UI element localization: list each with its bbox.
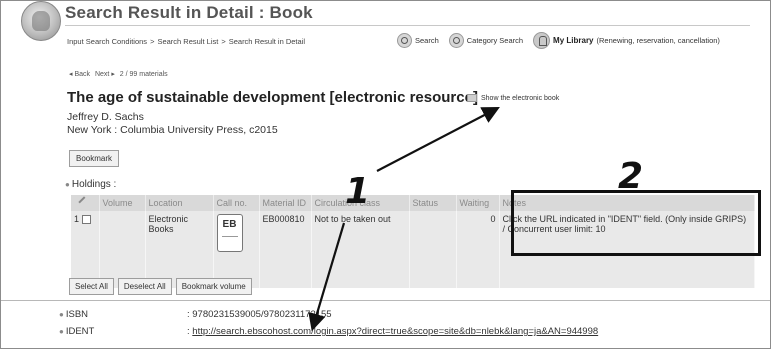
owl-logo-icon bbox=[21, 1, 61, 41]
select-all-button[interactable]: Select All bbox=[69, 278, 114, 295]
annotation-marker-2: 2 bbox=[618, 156, 644, 197]
section-divider bbox=[1, 300, 770, 301]
my-library-label: My Library bbox=[553, 36, 594, 45]
bookmark-button[interactable]: Bookmark bbox=[69, 150, 120, 167]
category-search-icon bbox=[448, 33, 464, 48]
location-cell: Electronic Books bbox=[145, 211, 214, 288]
isbn-value: : 9780231539005/9780231173155 bbox=[187, 309, 332, 320]
author: Jeffrey D. Sachs bbox=[67, 111, 144, 123]
call-no-label: EB bbox=[216, 214, 243, 252]
show-ebook-link[interactable]: Show the electronic book bbox=[467, 94, 559, 102]
pager-position: 2 / 99 materials bbox=[119, 71, 168, 78]
annotation-marker-1: 1 bbox=[345, 171, 371, 212]
annotation-arrows bbox=[308, 106, 500, 332]
bullet-icon: ● bbox=[65, 180, 70, 189]
column-header: Call no. bbox=[213, 195, 260, 211]
column-header: Waiting bbox=[456, 195, 500, 211]
call-no-cell: EB bbox=[213, 211, 260, 288]
row-index-cell: 1 bbox=[71, 211, 100, 288]
breadcrumb-item-result-list[interactable]: Search Result List bbox=[157, 37, 218, 46]
pager: ◂ Back Next ▸ 2 / 99 materials bbox=[69, 70, 171, 78]
category-search-link[interactable]: Category Search bbox=[448, 33, 524, 48]
bookmark-volume-button[interactable]: Bookmark volume bbox=[175, 278, 252, 295]
breadcrumb-item-input-search[interactable]: Input Search Conditions bbox=[67, 37, 147, 46]
column-header: Status bbox=[409, 195, 457, 211]
main-window: Search Result in Detail : Book Input Sea… bbox=[0, 0, 771, 349]
column-header: Location bbox=[145, 195, 214, 211]
bullet-icon: ● bbox=[59, 327, 64, 336]
search-link[interactable]: Search bbox=[397, 33, 439, 48]
volume-cell bbox=[99, 211, 146, 288]
breadcrumb-separator: > bbox=[150, 37, 155, 46]
bullet-icon: ● bbox=[59, 310, 64, 319]
holdings-heading: ● Holdings : bbox=[65, 179, 116, 190]
isbn-label: ISBN bbox=[65, 309, 89, 320]
ident-label: IDENT bbox=[65, 326, 95, 337]
next-link[interactable]: Next ▸ bbox=[95, 71, 115, 78]
pencil-icon bbox=[78, 196, 90, 208]
publisher: New York : Columbia University Press, c2… bbox=[67, 124, 278, 136]
title-divider bbox=[65, 25, 750, 26]
row-checkbox[interactable] bbox=[82, 215, 92, 225]
book-title: The age of sustainable development [elec… bbox=[67, 89, 478, 106]
column-header: Material ID bbox=[259, 195, 312, 211]
breadcrumb-separator: > bbox=[221, 37, 226, 46]
column-header: Volume bbox=[99, 195, 146, 211]
status-cell bbox=[409, 211, 457, 288]
library-icon bbox=[533, 32, 551, 49]
ebook-icon bbox=[467, 94, 477, 102]
row-index: 1 bbox=[74, 214, 80, 224]
waiting-cell: 0 bbox=[456, 211, 500, 288]
isbn-row: ● ISBN : 9780231539005/9780231173155 bbox=[59, 309, 332, 320]
search-icon bbox=[397, 33, 412, 48]
my-library-note: (Renewing, reservation, cancellation) bbox=[596, 36, 720, 45]
holdings-actions: Select All Deselect All Bookmark volume bbox=[69, 278, 252, 295]
circulation-class-cell: Not to be taken out bbox=[311, 211, 410, 288]
breadcrumb: Input Search Conditions > Search Result Li… bbox=[67, 37, 305, 46]
category-search-label: Category Search bbox=[466, 36, 524, 45]
top-navigation: Search Category Search My Library (Renew… bbox=[397, 32, 730, 49]
ident-row: ● IDENT: http://search.ebscohost.com/logi… bbox=[59, 326, 598, 337]
my-library-link[interactable]: My Library (Renewing, reservation, cance… bbox=[533, 32, 720, 49]
page-title: Search Result in Detail : Book bbox=[65, 3, 313, 22]
ident-url-link[interactable]: http://search.ebscohost.com/login.aspx?d… bbox=[192, 326, 598, 337]
edit-column-header bbox=[71, 195, 100, 211]
deselect-all-button[interactable]: Deselect All bbox=[117, 278, 172, 295]
material-id-cell: EB000810 bbox=[259, 211, 312, 288]
show-ebook-label: Show the electronic book bbox=[481, 94, 560, 102]
back-link[interactable]: ◂ Back bbox=[69, 71, 90, 78]
notes-highlight-box bbox=[511, 190, 761, 256]
holdings-heading-label: Holdings : bbox=[71, 179, 117, 190]
arrow-to-ebook-link bbox=[376, 106, 500, 172]
breadcrumb-item-detail: Search Result in Detail bbox=[228, 37, 306, 46]
search-link-label: Search bbox=[415, 36, 439, 45]
